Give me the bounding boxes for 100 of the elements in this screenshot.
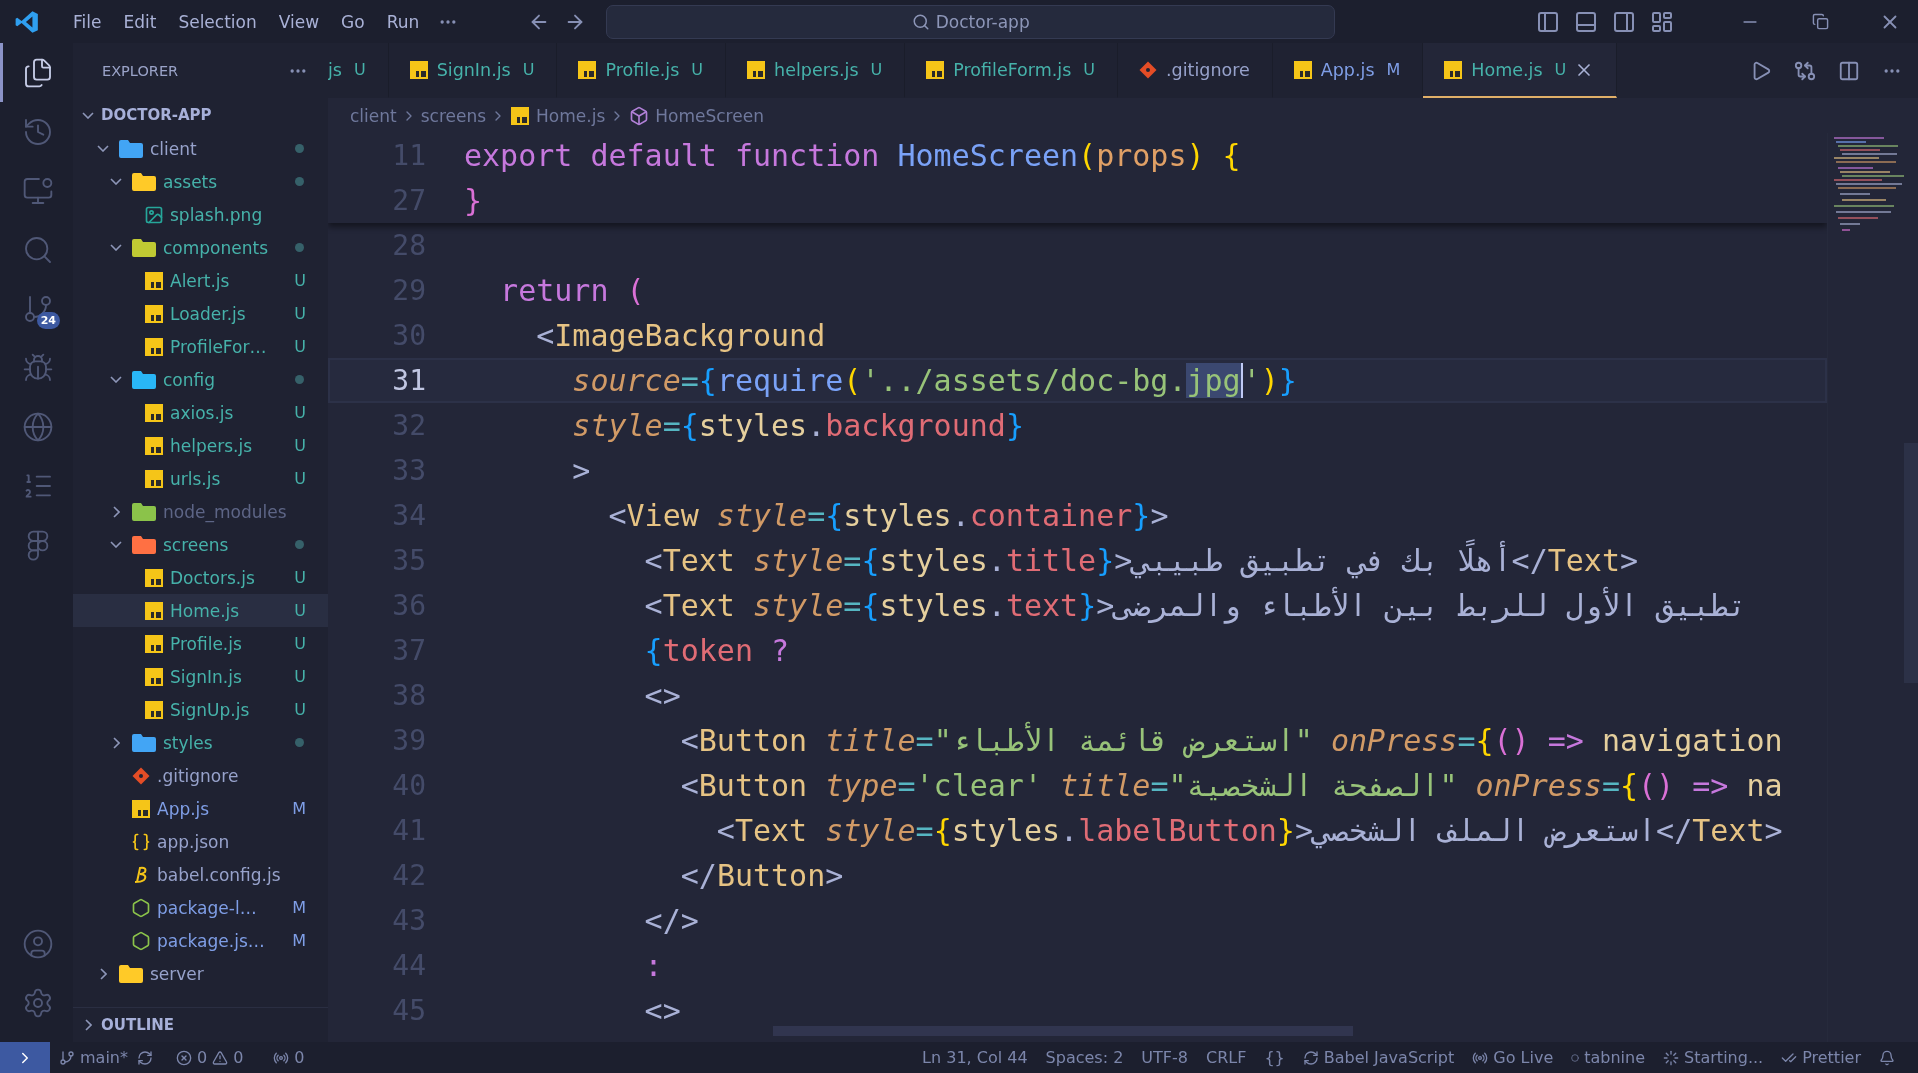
line-number: 31 <box>391 364 427 397</box>
file-entry[interactable]: splash.png <box>73 198 328 231</box>
file-entry[interactable]: SignIn.js U <box>73 660 328 693</box>
file-entry[interactable]: SignUp.js U <box>73 693 328 726</box>
sidebar-toggle-icon[interactable] <box>1536 9 1560 34</box>
js-file-icon <box>408 59 429 80</box>
status-item[interactable]: Ln 31, Col 44 <box>913 1048 1037 1067</box>
code-line: style={styles.background} <box>571 408 1024 443</box>
warning-count: 0 <box>233 1048 244 1067</box>
js-file-icon <box>144 633 164 654</box>
file-entry[interactable]: Doctors.js U <box>73 561 328 594</box>
status-item[interactable]: Spaces: 2 <box>1036 1048 1133 1067</box>
chevron-icon <box>82 111 94 119</box>
git-status-label: U <box>294 667 306 686</box>
file-entry[interactable]: Loader.js U <box>73 297 328 330</box>
code-line: return ( <box>499 273 645 308</box>
file-entry[interactable]: babel.config.js <box>73 858 328 891</box>
file-entry[interactable]: axios.js U <box>73 396 328 429</box>
file-entry[interactable]: App.js M <box>73 792 328 825</box>
git-status-label: M <box>292 898 306 917</box>
git-status-label: M <box>1386 60 1401 79</box>
git-status-label: U <box>294 601 306 620</box>
editor-tab[interactable]: Home.js U <box>1423 43 1618 98</box>
status-item[interactable]: Prettier <box>1772 1048 1870 1067</box>
code-line: <View style={styles.container}> <box>607 498 1169 533</box>
git-status-label: U <box>294 634 306 653</box>
status-item[interactable]: Babel JavaScript <box>1293 1048 1464 1067</box>
js-file-icon <box>144 699 164 720</box>
git-status-label: U <box>522 60 535 79</box>
command-search-field[interactable]: Doctor-app <box>606 4 1336 39</box>
code-line: <ImageBackground <box>535 318 826 353</box>
code-line: : <box>643 948 663 983</box>
folder-entry[interactable]: screens <box>73 528 328 561</box>
js-file-icon <box>131 798 151 819</box>
js-file-icon <box>144 435 164 456</box>
git-status-label: U <box>354 60 366 79</box>
code-line: <> <box>643 678 681 713</box>
file-entry[interactable]: Alert.js U <box>73 264 328 297</box>
files-icon <box>22 56 54 89</box>
file-entry[interactable]: urls.js U <box>73 462 328 495</box>
branch-status[interactable]: main* <box>50 1048 137 1067</box>
folder-entry[interactable]: styles <box>73 726 328 759</box>
folder-entry[interactable]: server <box>73 957 328 990</box>
menu-item[interactable]: File <box>62 7 113 36</box>
folder-entry[interactable]: components <box>73 231 328 264</box>
breadcrumb-item[interactable]: Home.js <box>510 105 606 126</box>
problems-status[interactable]: 0 0 <box>167 1048 253 1067</box>
file-entry[interactable]: helpers.js U <box>73 429 328 462</box>
git-status-label: M <box>292 799 306 818</box>
folder-entry[interactable]: assets <box>73 165 328 198</box>
panel-toggle-icon[interactable] <box>1574 9 1598 34</box>
account-icon <box>22 927 54 960</box>
menu-item[interactable]: Run <box>375 7 431 36</box>
split-editor-icon[interactable] <box>1838 59 1860 82</box>
breadcrumb-item[interactable]: HomeScreen <box>629 105 764 126</box>
git-status-label: U <box>870 60 883 79</box>
code-line: <> <box>643 993 681 1028</box>
layout-icon[interactable] <box>1650 9 1674 34</box>
section-header[interactable]: DOCTOR-APP <box>73 98 328 132</box>
spinner-icon <box>1663 1049 1680 1066</box>
menu-item[interactable]: Selection <box>167 7 268 36</box>
js-file-icon <box>144 567 164 588</box>
file-entry[interactable]: package.js… M <box>73 924 328 957</box>
file-entry[interactable]: package-l… M <box>73 891 328 924</box>
git-status-label: U <box>1554 60 1567 79</box>
status-item[interactable]: Go Live <box>1463 1048 1563 1067</box>
file-entry[interactable]: app.json <box>73 825 328 858</box>
status-item[interactable]: UTF-8 <box>1132 1048 1197 1067</box>
compare-icon[interactable] <box>1794 59 1816 82</box>
file-entry[interactable]: ProfileFor… U <box>73 330 328 363</box>
file-entry[interactable]: .gitignore <box>73 759 328 792</box>
breadcrumb-item[interactable]: screens <box>420 105 487 126</box>
breadcrumb-item[interactable]: client <box>350 105 397 126</box>
status-item[interactable]: tabnine <box>1562 1048 1655 1067</box>
sidebar-title: EXPLORER <box>102 62 179 79</box>
menu-item[interactable]: Go <box>330 7 376 36</box>
chevron-icon <box>84 1019 92 1031</box>
status-item[interactable]: CRLF <box>1197 1048 1256 1067</box>
count-badge: 24 <box>36 312 60 329</box>
git-status-label: U <box>294 568 306 587</box>
git-status-label: U <box>294 271 306 290</box>
status-item[interactable]: {} <box>1255 1048 1294 1067</box>
file-entry[interactable]: Profile.js U <box>73 627 328 660</box>
sync-icon[interactable] <box>137 1049 153 1066</box>
folder-entry[interactable]: config <box>73 363 328 396</box>
ports-status[interactable]: 0 <box>264 1048 314 1067</box>
menu-item[interactable]: View <box>267 7 331 36</box>
warning-icon <box>212 1049 229 1066</box>
js-file-icon <box>144 336 164 357</box>
activity-item[interactable]: 24 <box>0 279 73 338</box>
file-entry[interactable]: Home.js U <box>73 594 328 627</box>
git-status-label: M <box>292 931 306 950</box>
editor-tab[interactable]: js U <box>328 43 389 98</box>
status-item[interactable]: Starting... <box>1654 1048 1773 1067</box>
secondary-sidebar-icon[interactable] <box>1612 9 1636 34</box>
app-logo <box>14 8 40 35</box>
hexagon-icon <box>131 897 151 918</box>
js-file-icon <box>144 303 164 324</box>
folder-entry[interactable]: client <box>73 132 328 165</box>
menu-item[interactable]: Edit <box>112 7 168 36</box>
